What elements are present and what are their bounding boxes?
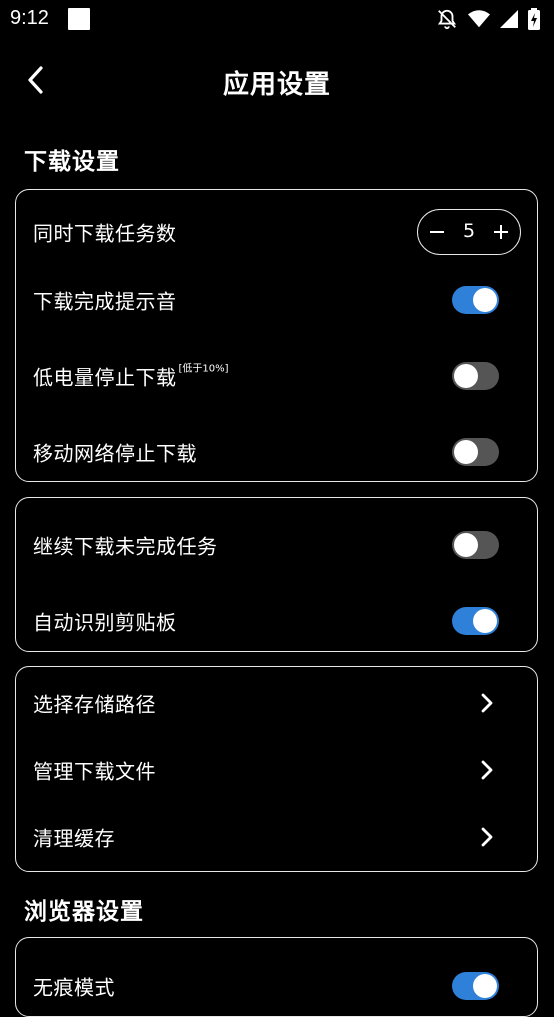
toggle-knob [454, 364, 478, 388]
section-title-download: 下载设置 [24, 149, 120, 175]
download-settings-card: 同时下载任务数 5 下载完成提示音 低电量停止下载 [低于10%] 移动网络停止下… [15, 189, 538, 482]
toggle-knob [473, 974, 497, 998]
page-title: 应用设置 [222, 70, 331, 100]
toggle-knob [454, 533, 478, 557]
resume-tasks-row: 继续下载未完成任务 [16, 517, 537, 573]
manage-files-row[interactable]: 管理下载文件 [16, 742, 537, 798]
status-icons [436, 7, 540, 31]
private-mode-label: 无痕模式 [33, 975, 115, 1000]
storage-path-label: 选择存储路径 [33, 692, 156, 717]
concurrent-tasks-label: 同时下载任务数 [33, 221, 177, 246]
private-mode-row: 无痕模式 [16, 958, 537, 1014]
chevron-right-icon [477, 691, 497, 715]
toggle-knob [473, 288, 497, 312]
clipboard-row: 自动识别剪贴板 [16, 593, 537, 649]
app-header: 应用设置 [0, 52, 554, 110]
low-battery-note: [低于10%] [178, 363, 229, 375]
complete-sound-row: 下载完成提示音 [16, 272, 537, 328]
clear-cache-row[interactable]: 清理缓存 [16, 809, 537, 865]
resume-tasks-toggle[interactable] [452, 531, 499, 559]
section-title-browser: 浏览器设置 [24, 899, 144, 925]
toggle-knob [454, 440, 478, 464]
wifi-icon [468, 10, 490, 28]
toggle-knob [473, 609, 497, 633]
low-battery-toggle[interactable] [452, 362, 499, 390]
file-settings-card: 选择存储路径 管理下载文件 清理缓存 [15, 666, 538, 872]
signal-icon [500, 10, 518, 28]
concurrent-tasks-row: 同时下载任务数 5 [16, 204, 537, 260]
mobile-network-label: 移动网络停止下载 [33, 441, 197, 466]
mobile-network-row: 移动网络停止下载 [16, 424, 537, 480]
chevron-right-icon [477, 758, 497, 782]
notifications-off-icon [437, 9, 457, 30]
resume-tasks-label: 继续下载未完成任务 [33, 534, 218, 559]
chevron-right-icon [477, 825, 497, 849]
low-battery-label-wrap: 低电量停止下载 [低于10%] [33, 362, 229, 391]
clear-cache-label: 清理缓存 [33, 826, 115, 851]
status-bar: 9:12 [0, 0, 554, 40]
notification-app-icon [68, 8, 90, 30]
manage-files-label: 管理下载文件 [33, 759, 156, 784]
clipboard-label: 自动识别剪贴板 [33, 610, 177, 635]
complete-sound-toggle[interactable] [452, 286, 499, 314]
plus-icon [494, 224, 508, 239]
increment-button[interactable] [484, 210, 518, 253]
browser-settings-card: 无痕模式 [15, 937, 538, 1017]
low-battery-row: 低电量停止下载 [低于10%] [16, 348, 537, 404]
status-time: 9:12 [10, 7, 49, 29]
battery-charging-icon [528, 8, 540, 30]
complete-sound-label: 下载完成提示音 [33, 289, 177, 314]
storage-path-row[interactable]: 选择存储路径 [16, 675, 537, 731]
mobile-network-toggle[interactable] [452, 438, 499, 466]
concurrent-tasks-stepper: 5 [417, 209, 521, 255]
low-battery-label: 低电量停止下载 [33, 365, 177, 390]
task-settings-card: 继续下载未完成任务 自动识别剪贴板 [15, 497, 538, 652]
clipboard-toggle[interactable] [452, 607, 499, 635]
private-mode-toggle[interactable] [452, 972, 499, 1000]
